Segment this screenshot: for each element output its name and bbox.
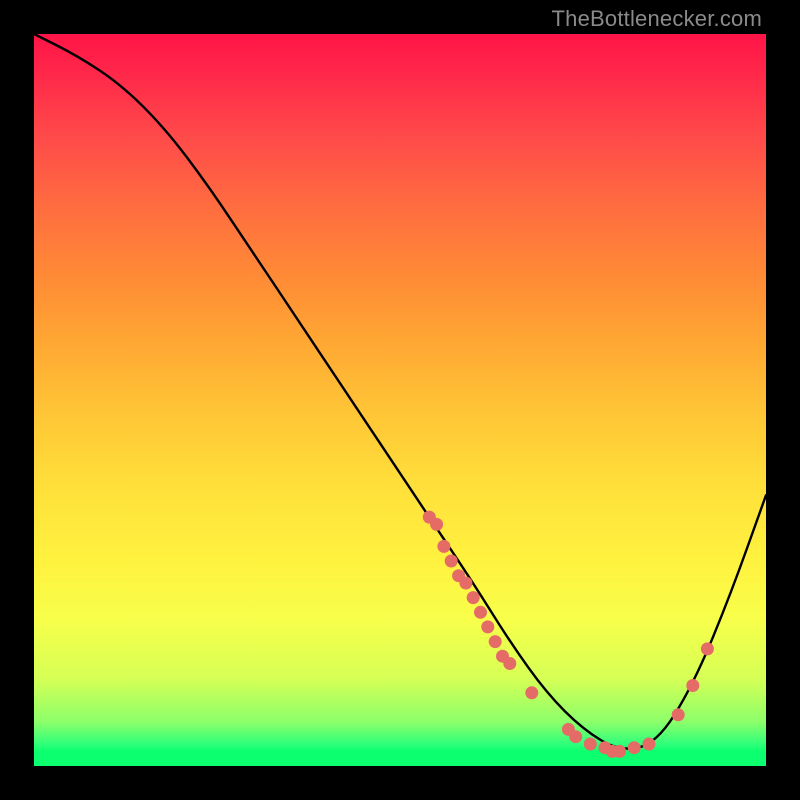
data-point bbox=[606, 745, 619, 758]
data-point bbox=[496, 650, 509, 663]
data-point bbox=[467, 591, 480, 604]
data-point bbox=[686, 679, 699, 692]
data-point bbox=[503, 657, 516, 670]
data-point bbox=[481, 620, 494, 633]
curve-layer bbox=[34, 34, 766, 766]
data-point bbox=[701, 642, 714, 655]
data-point bbox=[599, 741, 612, 754]
bottleneck-curve bbox=[34, 34, 766, 749]
data-point bbox=[452, 569, 465, 582]
data-point bbox=[525, 686, 538, 699]
data-point bbox=[474, 606, 487, 619]
data-point bbox=[445, 555, 458, 568]
chart-frame: TheBottlenecker.com bbox=[0, 0, 800, 800]
data-point bbox=[672, 708, 685, 721]
data-point bbox=[613, 745, 626, 758]
highlighted-points bbox=[423, 511, 714, 758]
data-point bbox=[423, 511, 436, 524]
data-point bbox=[489, 635, 502, 648]
data-point bbox=[642, 738, 655, 751]
data-point bbox=[562, 723, 575, 736]
watermark-text: TheBottlenecker.com bbox=[552, 6, 762, 32]
data-point bbox=[584, 738, 597, 751]
data-point bbox=[569, 730, 582, 743]
data-point bbox=[437, 540, 450, 553]
plot-area bbox=[34, 34, 766, 766]
data-point bbox=[628, 741, 641, 754]
data-point bbox=[430, 518, 443, 531]
data-point bbox=[459, 577, 472, 590]
